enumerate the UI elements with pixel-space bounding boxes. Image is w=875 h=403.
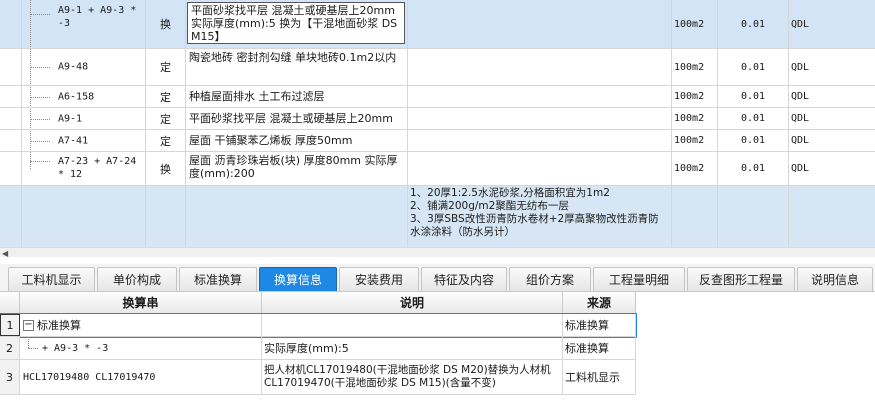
code-text: A7-41 [58, 135, 89, 146]
qty-cell: 0.01 [718, 49, 789, 85]
tab-unit-price[interactable]: 单价构成 [97, 267, 177, 291]
table-row[interactable]: 1 − 标准换算 标准换算 [0, 313, 637, 338]
source-cell: 标准换算 [563, 314, 636, 336]
unit-cell: 100m2 [672, 86, 718, 107]
code-cell[interactable]: A9-48 [22, 49, 146, 85]
qty-cell: 0.01 [718, 86, 789, 107]
tab-pricing-scheme[interactable]: 组价方案 [509, 267, 591, 291]
source-cell: QDL [791, 113, 810, 124]
desc-editor[interactable]: 平面砂浆找平层 混凝土或硬基层上20mm 实际厚度(mm):5 换为【干混地面砂… [187, 2, 405, 44]
tab-description[interactable]: 说明信息 [797, 267, 873, 291]
collapse-icon[interactable]: − [23, 319, 34, 331]
tab-conversion-info[interactable]: 换算信息 [259, 267, 337, 291]
header-source[interactable]: 来源 [563, 292, 636, 314]
qty-cell: 0.01 [718, 108, 789, 129]
desc-cell[interactable]: 平面砂浆找平层 混凝土或硬基层上20mm 实际厚度(mm):5 换为【干混地面砂… [186, 0, 408, 48]
grid-row[interactable]: A9-1 + A9-3 * -3 换 平面砂浆找平层 混凝土或硬基层上20mm … [0, 0, 875, 49]
grid-row[interactable]: A9-1 定 平面砂浆找平层 混凝土或硬基层上20mm 100m2 0.01 Q… [0, 108, 875, 130]
corner-header [0, 292, 20, 314]
desc-cell[interactable]: 屋面 干铺聚苯乙烯板 厚度50mm [186, 130, 408, 151]
qty-cell: 0.01 [718, 0, 789, 48]
type-cell: 换 [146, 0, 186, 48]
qty-cell: 0.01 [718, 130, 789, 151]
type-cell: 换 [146, 152, 186, 185]
horizontal-scrollbar[interactable]: ◀ [0, 247, 875, 258]
unit-cell: 100m2 [672, 152, 718, 185]
code-text: A9-48 [58, 61, 89, 73]
type-cell: 定 [146, 49, 186, 85]
grid-row[interactable]: A6-158 定 种植屋面排水 土工布过滤层 100m2 0.01 QDL [0, 86, 875, 108]
desc-cell[interactable]: 陶瓷地砖 密封剂勾缝 单块地砖0.1m2以内 [186, 49, 408, 85]
item-grid: A9-1 + A9-3 * -3 换 平面砂浆找平层 混凝土或硬基层上20mm … [0, 0, 875, 247]
unit-cell: 100m2 [672, 108, 718, 129]
tab-labor-material[interactable]: 工料机显示 [8, 267, 95, 291]
note-row[interactable]: 1、20厚1:2.5水泥砂浆,分格面积宜为1m2 2、铺满200g/m2聚酯无纺… [0, 186, 875, 247]
type-cell: 定 [146, 86, 186, 107]
tab-standard-conversion[interactable]: 标准换算 [179, 267, 257, 291]
header-conversion-string[interactable]: 换算串 [20, 292, 262, 314]
tree-line [30, 0, 31, 48]
source-cell: 工料机显示 [563, 360, 636, 394]
note-line: 2、铺满200g/m2聚酯无纺布一层 [410, 200, 569, 212]
row-number: 2 [0, 337, 20, 359]
source-cell: QDL [791, 163, 810, 174]
conversion-string: + A9-3 * -3 [42, 342, 109, 354]
tab-install-fees[interactable]: 安装费用 [339, 267, 419, 291]
note-line: 1、20厚1:2.5水泥砂浆,分格面积宜为1m2 [410, 187, 610, 199]
tab-quantity-detail[interactable]: 工程量明细 [593, 267, 685, 291]
header-description[interactable]: 说明 [262, 292, 563, 314]
detail-tab-bar: 工料机显示 单价构成 标准换算 换算信息 安装费用 特征及内容 组价方案 工程量… [0, 264, 875, 292]
conversion-string: HCL17019480 CL17019470 [20, 360, 262, 394]
desc-cell[interactable]: 种植屋面排水 土工布过滤层 [186, 86, 408, 107]
code-text: A7-23 + A7-24 * 12 [58, 156, 137, 180]
source-cell: 标准换算 [563, 337, 636, 359]
code-text: A9-1 [58, 113, 83, 124]
description-cell: 把人材机CL17019480(干混地面砂浆 DS M20)替换为人材机CL170… [262, 360, 563, 394]
grid-row[interactable]: A7-23 + A7-24 * 12 换 屋面 沥青珍珠岩板(块) 厚度80mm… [0, 152, 875, 186]
note-line: 3、3厚SBS改性沥青防水卷材+2厚高聚物改性沥青防水涂涂料（防水另计） [410, 213, 659, 238]
code-cell[interactable]: A7-41 [22, 130, 146, 151]
tab-features[interactable]: 特征及内容 [421, 267, 507, 291]
conversion-string: 标准换算 [37, 319, 81, 332]
unit-cell: 100m2 [672, 130, 718, 151]
description-cell: 实际厚度(mm):5 [262, 337, 563, 359]
source-cell: QDL [791, 91, 810, 102]
code-cell[interactable]: A6-158 [22, 86, 146, 107]
source-cell: QDL [791, 61, 810, 73]
desc-cell[interactable]: 平面砂浆找平层 混凝土或硬基层上20mm [186, 108, 408, 129]
code-text: A6-158 [58, 91, 95, 102]
table-row[interactable]: 3 HCL17019480 CL17019470 把人材机CL17019480(… [0, 360, 636, 395]
code-text: A9-1 + A9-3 * -3 [58, 5, 137, 29]
tab-reverse-lookup[interactable]: 反查图形工程量 [687, 267, 795, 291]
type-cell: 定 [146, 108, 186, 129]
code-cell[interactable]: A7-23 + A7-24 * 12 [22, 152, 146, 185]
grid-row[interactable]: A7-41 定 屋面 干铺聚苯乙烯板 厚度50mm 100m2 0.01 QDL [0, 130, 875, 152]
description-cell [262, 314, 563, 336]
type-cell: 定 [146, 130, 186, 151]
table-row[interactable]: 2 + A9-3 * -3 实际厚度(mm):5 标准换算 [0, 337, 636, 360]
row-number: 3 [0, 360, 20, 394]
scroll-left-icon[interactable]: ◀ [2, 249, 8, 258]
code-cell[interactable]: A9-1 [22, 108, 146, 129]
qty-cell: 0.01 [718, 152, 789, 185]
note-cell[interactable]: 1、20厚1:2.5水泥砂浆,分格面积宜为1m2 2、铺满200g/m2聚酯无纺… [408, 186, 672, 247]
row-number: 1 [0, 314, 20, 336]
unit-cell: 100m2 [672, 0, 718, 48]
desc-cell[interactable]: 屋面 沥青珍珠岩板(块) 厚度80mm 实际厚度(mm):200 [186, 152, 408, 185]
code-cell[interactable]: A9-1 + A9-3 * -3 [22, 0, 146, 48]
source-cell: QDL [791, 18, 810, 30]
grid-row[interactable]: A9-48 定 陶瓷地砖 密封剂勾缝 单块地砖0.1m2以内 100m2 0.0… [0, 49, 875, 86]
source-cell: QDL [791, 135, 810, 146]
unit-cell: 100m2 [672, 49, 718, 85]
conversion-grid: 换算串 说明 来源 1 − 标准换算 标准换算 2 + A9-3 * -3 实际… [0, 292, 875, 403]
